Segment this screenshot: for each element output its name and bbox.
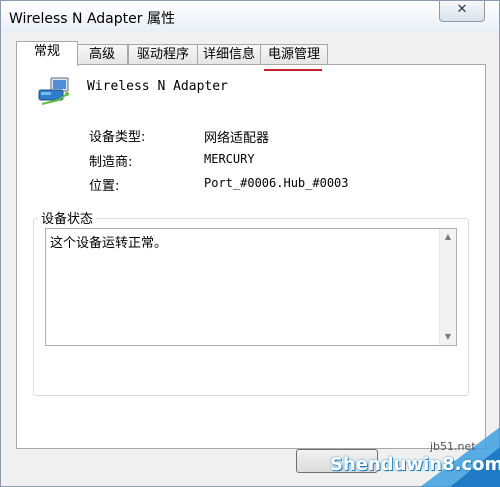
location-value: Port_#0006.Hub_#0003 xyxy=(204,176,349,190)
window-title: Wireless N Adapter 属性 xyxy=(9,11,175,27)
device-status-title: 设备状态 xyxy=(38,208,97,227)
tab-details[interactable]: 详细信息 xyxy=(197,44,261,65)
tab-general[interactable]: 常规 xyxy=(16,41,78,66)
manufacturer-value: MERCURY xyxy=(204,152,255,166)
general-tab-panel: Wireless N Adapter 设备类型: 网络适配器 制造商: MERC… xyxy=(16,64,486,449)
device-status-text: 这个设备运转正常。 xyxy=(50,236,168,251)
close-button[interactable]: ✕ xyxy=(439,1,485,22)
tab-advanced[interactable]: 高级 xyxy=(76,44,128,65)
scroll-up-icon[interactable]: ▲ xyxy=(440,229,456,245)
title-bar: Wireless N Adapter 属性 ✕ xyxy=(1,1,499,33)
manufacturer-label: 制造商: xyxy=(89,155,133,170)
tab-driver[interactable]: 驱动程序 xyxy=(128,44,198,65)
watermark-jb51: jb51.net xyxy=(430,440,476,453)
scroll-down-icon[interactable]: ▼ xyxy=(440,329,456,345)
tab-power-management[interactable]: 电源管理 xyxy=(260,44,328,65)
device-name: Wireless N Adapter xyxy=(87,79,228,94)
properties-window: Wireless N Adapter 属性 ✕ 常规 高级 驱动程序 详细信息 … xyxy=(0,0,500,487)
device-status-textbox[interactable]: 这个设备运转正常。 ▲ ▼ xyxy=(45,228,457,346)
device-type-value: 网络适配器 xyxy=(204,131,270,146)
tab-strip: 常规 高级 驱动程序 详细信息 电源管理 xyxy=(16,41,486,66)
device-type-label: 设备类型: xyxy=(89,130,146,145)
status-scrollbar[interactable]: ▲ ▼ xyxy=(439,229,456,345)
tab-highlight-underline xyxy=(264,69,322,71)
network-adapter-icon xyxy=(38,77,69,105)
location-label: 位置: xyxy=(89,179,120,194)
watermark-site: Shenduwin8.com xyxy=(330,454,500,475)
